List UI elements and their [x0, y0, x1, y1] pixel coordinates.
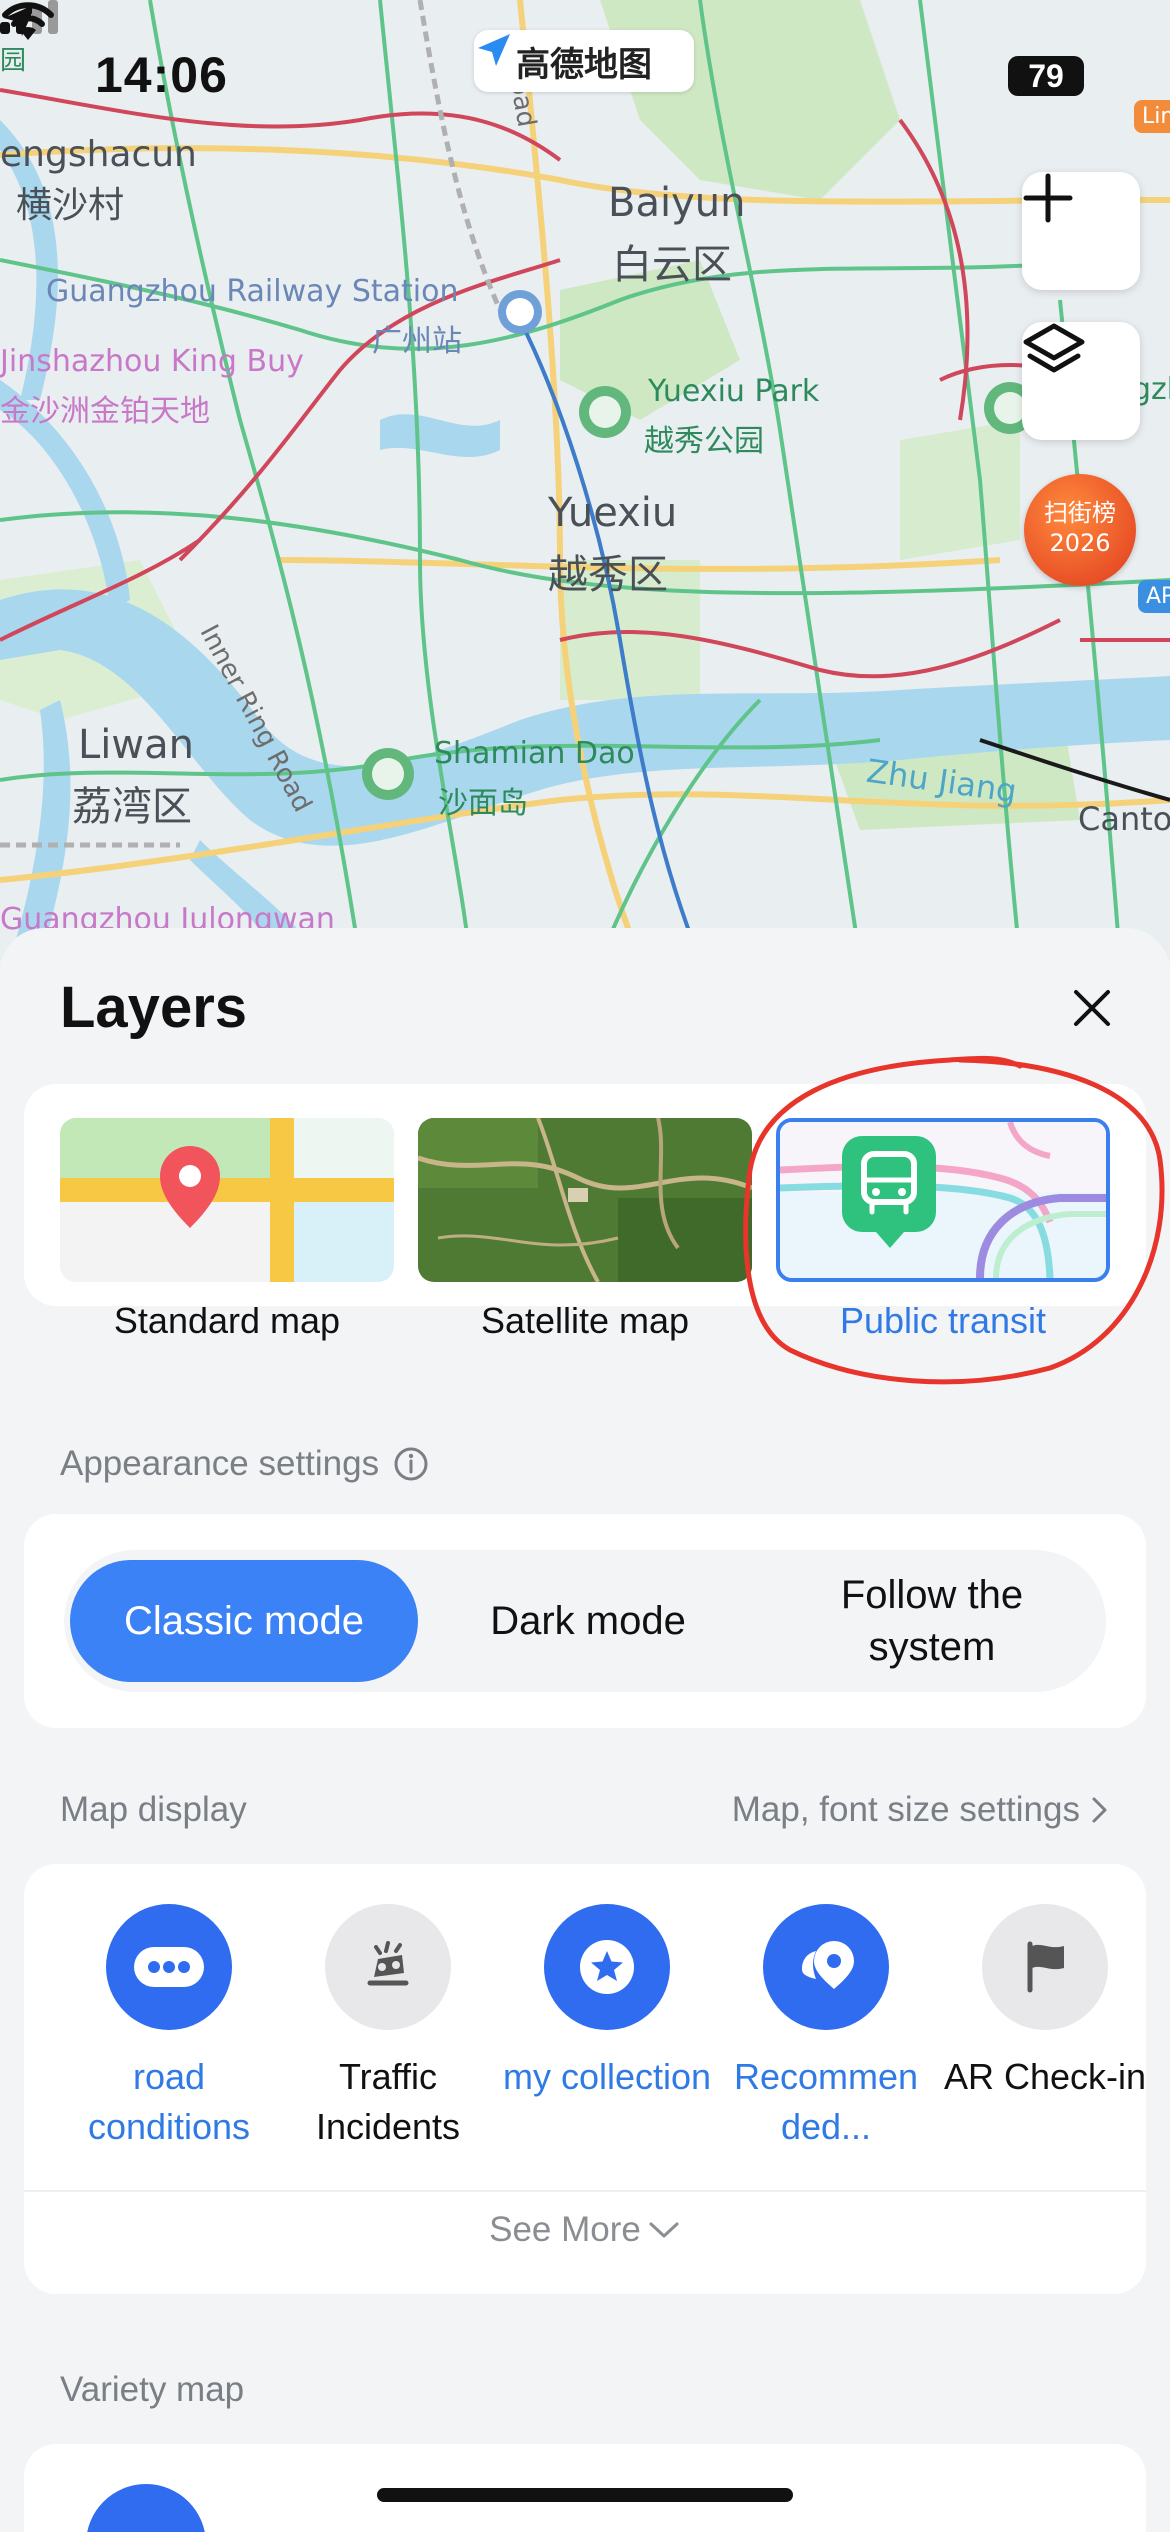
dark-mode-button[interactable]: Dark mode [414, 1560, 762, 1682]
see-more-button[interactable]: See More [24, 2210, 1146, 2250]
follow-system-button[interactable]: Follow the system [758, 1560, 1106, 1682]
standard-map-thumbnail [60, 1118, 394, 1282]
classic-mode-button[interactable]: Classic mode [70, 1560, 418, 1682]
my-collection-toggle [544, 1904, 670, 2030]
home-indicator [377, 2488, 793, 2502]
feature-ar-check-in[interactable]: AR Check-in [935, 1904, 1155, 2102]
recommended-icon [802, 1941, 854, 1989]
map-label-liwan-cn: 荔湾区 [72, 784, 192, 830]
star-icon [580, 1940, 634, 1994]
map-label-jinshazhou: Jinshazhou King Buy [0, 344, 304, 379]
map-label-ap: AP [1138, 580, 1170, 613]
map-label-shamian: Shamian Dao [434, 736, 635, 771]
satellite-map-thumbnail [418, 1118, 752, 1282]
my-collection-label: my collection [502, 2056, 712, 2097]
map-display-heading: Map display [60, 1790, 247, 1829]
map-type-satellite[interactable]: Satellite map [418, 1118, 752, 1342]
recommended-toggle [763, 1904, 889, 2030]
sheet-title: Layers [60, 975, 248, 1040]
traffic-incident-icon [367, 1941, 409, 1986]
appearance-card: Classic mode Dark mode Follow the system [24, 1514, 1146, 1728]
app-return-pill[interactable]: 高德地图 [474, 30, 694, 92]
map-label-line: Line [1134, 100, 1170, 133]
map-label-yuexiu: Yuexiu [548, 490, 678, 536]
map-label-baiyun: Baiyun [608, 180, 746, 226]
map-type-satellite-label: Satellite map [480, 1300, 690, 1341]
road-conditions-icon [134, 1947, 204, 1987]
map-label-yuexiu-cn: 越秀区 [548, 552, 668, 598]
map-label-railway-station-cn: 广州站 [372, 324, 462, 359]
road-conditions-label: road conditions [87, 2056, 251, 2147]
recommended-label: Recommen ded... [733, 2056, 919, 2147]
ar-check-in-toggle [982, 1904, 1108, 2030]
map-type-card: Standard map Satellite map Public transi… [24, 1084, 1146, 1341]
map-label-hengshacun-cn: 横沙村 [16, 185, 125, 226]
wifi-icon [2, 2, 54, 40]
battery-indicator: 79 [1008, 56, 1084, 96]
map-label-yuan: 园 [0, 46, 27, 76]
appearance-mode-selector: Classic mode Dark mode Follow the system [64, 1550, 1106, 1692]
map-label-liwan: Liwan [78, 722, 194, 768]
map-type-standard[interactable]: Standard map [60, 1118, 394, 1342]
chevron-right-icon [1092, 1797, 1107, 1823]
status-time: 14:06 [95, 47, 228, 103]
app-name: 高德地图 [516, 44, 652, 85]
flag-icon [1027, 1941, 1064, 1993]
zoom-in-button[interactable] [1022, 172, 1140, 290]
feature-road-conditions[interactable]: road conditions [59, 1904, 279, 2152]
feature-recommended[interactable]: Recommen ded... [716, 1904, 936, 2152]
map-label-hengshacun: engshacun [0, 134, 197, 175]
map-label-yuexiu-park: Yuexiu Park [648, 374, 820, 409]
divider [24, 2190, 1146, 2192]
map-label-yuexiu-park-cn: 越秀公园 [644, 424, 764, 459]
info-icon[interactable] [393, 1446, 429, 1482]
close-button[interactable] [1062, 978, 1122, 1038]
map-label-shamian-cn: 沙面岛 [438, 786, 528, 821]
public-transit-thumbnail [776, 1118, 1110, 1282]
map-type-public-transit-label: Public transit [839, 1300, 1047, 1341]
appearance-settings-heading: Appearance settings [60, 1444, 429, 1484]
variety-map-item-icon[interactable] [86, 2484, 206, 2532]
map-label-jinshazhou-cn: 金沙洲金铂天地 [0, 394, 210, 429]
see-more-label: See More [489, 2210, 641, 2249]
traffic-incidents-label: Traffic Incidents [315, 2056, 461, 2147]
promo-badge-title: 扫街榜 [1044, 499, 1116, 527]
feature-my-collection[interactable]: my collection [497, 1904, 717, 2102]
font-size-settings-link[interactable]: Map, font size settings [732, 1790, 1110, 1830]
map-type-standard-label: Standard map [113, 1300, 341, 1341]
layers-icon [1023, 323, 1085, 373]
layers-button[interactable] [1022, 322, 1140, 440]
feature-traffic-incidents[interactable]: Traffic Incidents [278, 1904, 498, 2152]
map-label-canton: Canto [1078, 800, 1170, 838]
promo-badge[interactable]: 扫街榜 2026 [1024, 474, 1136, 586]
map-display-card: road conditions Traffic Incidents my col… [24, 1864, 1146, 2294]
font-size-settings-label: Map, font size settings [731, 1790, 1080, 1829]
map-label-railway-station: Guangzhou Railway Station [46, 274, 459, 309]
plus-icon [1023, 173, 1073, 223]
layers-sheet: Layers Standard map Satellite map Public… [0, 928, 1170, 2532]
appearance-settings-label: Appearance settings [60, 1444, 380, 1483]
map-type-public-transit[interactable]: Public transit [776, 1118, 1110, 1342]
amap-logo-icon [478, 34, 510, 66]
chevron-down-icon [649, 2222, 679, 2238]
promo-badge-year: 2026 [1049, 529, 1111, 557]
traffic-incidents-toggle [325, 1904, 451, 2030]
variety-map-heading: Variety map [60, 2370, 245, 2409]
close-icon [1074, 990, 1110, 1026]
map-view[interactable]: engshacun 横沙村 Baiyun 白云区 Guangzhou Railw… [0, 0, 1170, 960]
road-conditions-toggle [106, 1904, 232, 2030]
map-label-baiyun-cn: 白云区 [612, 242, 732, 288]
ar-check-in-label: AR Check-in [943, 2056, 1147, 2097]
